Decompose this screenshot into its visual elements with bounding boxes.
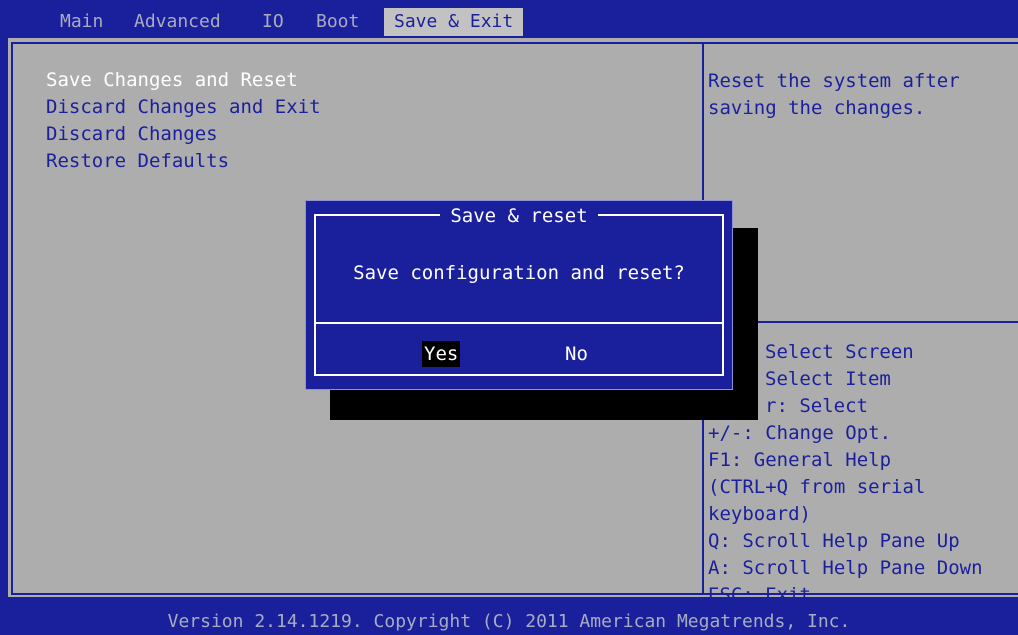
menu-discard-changes-exit[interactable]: Discard Changes and Exit bbox=[46, 94, 321, 120]
tab-bar: Main Advanced IO Boot Save & Exit bbox=[0, 0, 1018, 38]
tab-boot[interactable]: Boot bbox=[316, 10, 359, 34]
tab-main[interactable]: Main bbox=[60, 10, 103, 34]
menu-save-changes-reset[interactable]: Save Changes and Reset bbox=[46, 67, 298, 93]
tab-io[interactable]: IO bbox=[262, 10, 284, 34]
version-text: Version 2.14.1219. Copyright (C) 2011 Am… bbox=[167, 611, 851, 632]
help-line-2: saving the changes. bbox=[708, 97, 926, 119]
help-description: Reset the system after saving the change… bbox=[708, 68, 960, 122]
menu-restore-defaults[interactable]: Restore Defaults bbox=[46, 148, 229, 174]
key-ctrl-q: (CTRL+Q from serial bbox=[708, 476, 926, 498]
key-keyboard: keyboard) bbox=[708, 503, 811, 525]
dialog-title: Save & reset bbox=[306, 204, 732, 228]
key-scroll-up: Q: Scroll Help Pane Up bbox=[708, 530, 960, 552]
save-reset-dialog: Save & reset Save configuration and rese… bbox=[305, 200, 733, 390]
tab-advanced[interactable]: Advanced bbox=[134, 10, 221, 34]
menu-discard-changes[interactable]: Discard Changes bbox=[46, 121, 218, 147]
key-scroll-down: A: Scroll Help Pane Down bbox=[708, 557, 983, 579]
yes-button[interactable]: Yes bbox=[422, 341, 461, 367]
key-change-opt: +/-: Change Opt. bbox=[708, 422, 892, 444]
help-line-1: Reset the system after bbox=[708, 70, 960, 92]
key-general-help: F1: General Help bbox=[708, 449, 892, 471]
dialog-message: Save configuration and reset? bbox=[353, 262, 685, 284]
dialog-frame bbox=[314, 214, 724, 376]
no-button[interactable]: No bbox=[565, 341, 588, 367]
tab-save-exit[interactable]: Save & Exit bbox=[384, 8, 524, 36]
dialog-separator bbox=[314, 322, 724, 324]
